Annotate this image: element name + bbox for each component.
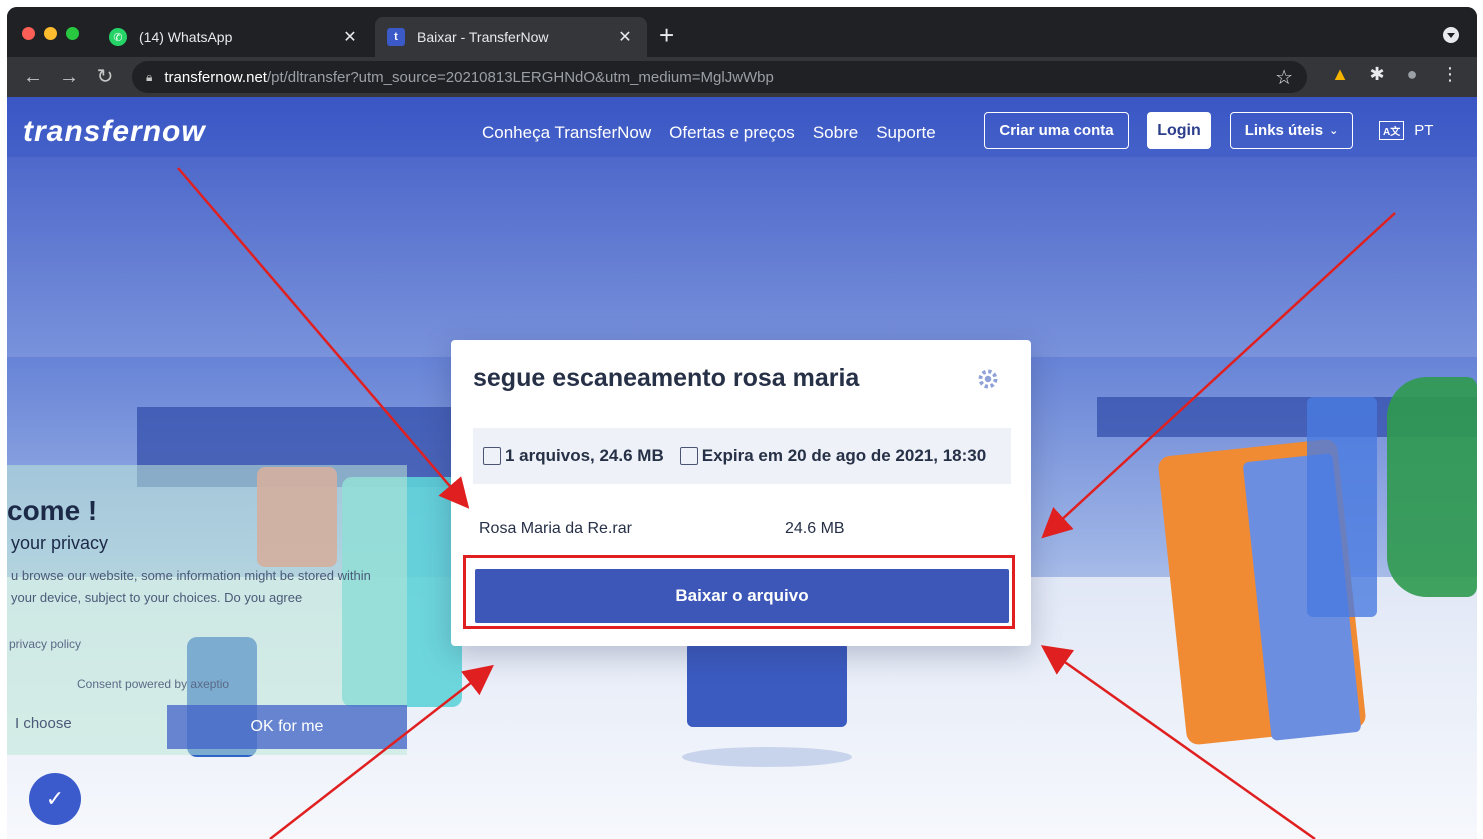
nav-ofertas[interactable]: Ofertas e preços	[669, 123, 795, 143]
calendar-icon	[679, 447, 698, 465]
cookie-ok-button[interactable]: OK for me	[167, 705, 407, 749]
login-button[interactable]: Login	[1147, 112, 1211, 149]
settings-gear-icon[interactable]	[975, 366, 1001, 392]
cookie-description: u browse our website, some information m…	[11, 568, 371, 605]
tab-transfernow[interactable]: t Baixar - TransferNow ✕	[375, 17, 647, 57]
cookie-powered-by: Consent powered by axeptio	[77, 677, 230, 691]
cookie-consent-panel: come ! your privacy u browse our website…	[7, 465, 407, 755]
browser-toolbar: ← → ↻ 🔒︎ transfernow.net /pt/dltransfer?…	[7, 57, 1477, 97]
illustration-monitor	[687, 642, 847, 727]
files-info: 1 arquivos, 24.6 MB	[483, 446, 664, 466]
tab-strip: ✆ (14) WhatsApp ✕ t Baixar - TransferNow…	[7, 7, 1477, 57]
close-tab-icon[interactable]: ✕	[340, 27, 360, 47]
close-tab-icon[interactable]: ✕	[615, 27, 635, 47]
useful-links-dropdown[interactable]: Links úteis ⌄	[1230, 112, 1353, 149]
tab-title: Baixar - TransferNow	[417, 29, 549, 45]
annotation-highlight-box	[463, 555, 1015, 629]
language-code: PT	[1414, 122, 1434, 139]
browser-window: ✆ (14) WhatsApp ✕ t Baixar - TransferNow…	[7, 7, 1477, 839]
whatsapp-icon: ✆	[109, 28, 127, 46]
expiry-text: Expira em 20 de ago de 2021, 18:30	[701, 446, 987, 465]
translate-icon: A文	[1379, 121, 1405, 140]
useful-links-label: Links úteis	[1244, 122, 1324, 139]
file-name: Rosa Maria da Re.rar	[479, 520, 632, 537]
bookmark-star-icon[interactable]: ☆	[1275, 65, 1293, 90]
extensions-icon[interactable]: ✱	[1364, 64, 1390, 85]
reload-icon[interactable]: ↻	[91, 63, 119, 91]
url-host: transfernow.net	[164, 68, 267, 86]
forward-icon[interactable]: →	[55, 63, 83, 91]
transfernow-icon: t	[387, 28, 405, 46]
tab-whatsapp[interactable]: ✆ (14) WhatsApp ✕	[97, 17, 372, 57]
lock-icon: 🔒︎	[146, 69, 153, 84]
files-icon	[483, 447, 501, 465]
avatar[interactable]: ●	[1399, 64, 1425, 85]
main-nav: Conheça TransferNow Ofertas e preços Sob…	[482, 123, 936, 143]
menu-icon[interactable]: ⋮	[1437, 64, 1463, 85]
tab-search-icon[interactable]	[1443, 27, 1459, 43]
illustration-plant	[1387, 377, 1477, 597]
transfer-title: segue escaneamento rosa maria	[473, 364, 860, 392]
minimize-window-button[interactable]	[44, 27, 57, 40]
cookie-policy-link[interactable]: privacy policy	[9, 637, 81, 651]
transfernow-logo[interactable]: transfernow	[23, 115, 206, 149]
url-path: /pt/dltransfer?utm_source=20210813LERGHN…	[266, 68, 774, 86]
new-tab-button[interactable]: +	[659, 21, 674, 49]
background-ceiling	[7, 157, 1477, 357]
tab-title: (14) WhatsApp	[139, 29, 233, 45]
transfer-info-bar: 1 arquivos, 24.6 MB Expira em 20 de ago …	[473, 428, 1011, 484]
close-window-button[interactable]	[22, 27, 35, 40]
illustration-shadow	[682, 747, 852, 767]
nav-sobre[interactable]: Sobre	[813, 123, 858, 143]
nav-conheca[interactable]: Conheça TransferNow	[482, 123, 651, 143]
maximize-window-button[interactable]	[66, 27, 79, 40]
cookie-welcome: come !	[7, 495, 98, 526]
chevron-down-icon: ⌄	[1329, 125, 1339, 137]
expiry-info: Expira em 20 de ago de 2021, 18:30	[679, 446, 987, 466]
transfernow-page: transfernow Conheça TransferNow Ofertas …	[7, 97, 1477, 839]
back-icon[interactable]: ←	[19, 63, 47, 91]
file-size: 24.6 MB	[785, 520, 845, 537]
address-bar[interactable]: 🔒︎ transfernow.net /pt/dltransfer?utm_so…	[132, 61, 1307, 93]
cookie-choose-button[interactable]: I choose	[15, 715, 72, 732]
nav-suporte[interactable]: Suporte	[876, 123, 936, 143]
illustration-pillar	[1307, 397, 1377, 617]
drive-icon[interactable]: ▲	[1327, 64, 1353, 85]
consent-check-icon[interactable]: ✓	[29, 773, 81, 825]
cookie-privacy-heading: your privacy	[11, 533, 109, 553]
files-count-size: 1 arquivos, 24.6 MB	[505, 446, 664, 465]
create-account-button[interactable]: Criar uma conta	[984, 112, 1129, 149]
language-selector[interactable]: A文 PT	[1379, 121, 1433, 140]
